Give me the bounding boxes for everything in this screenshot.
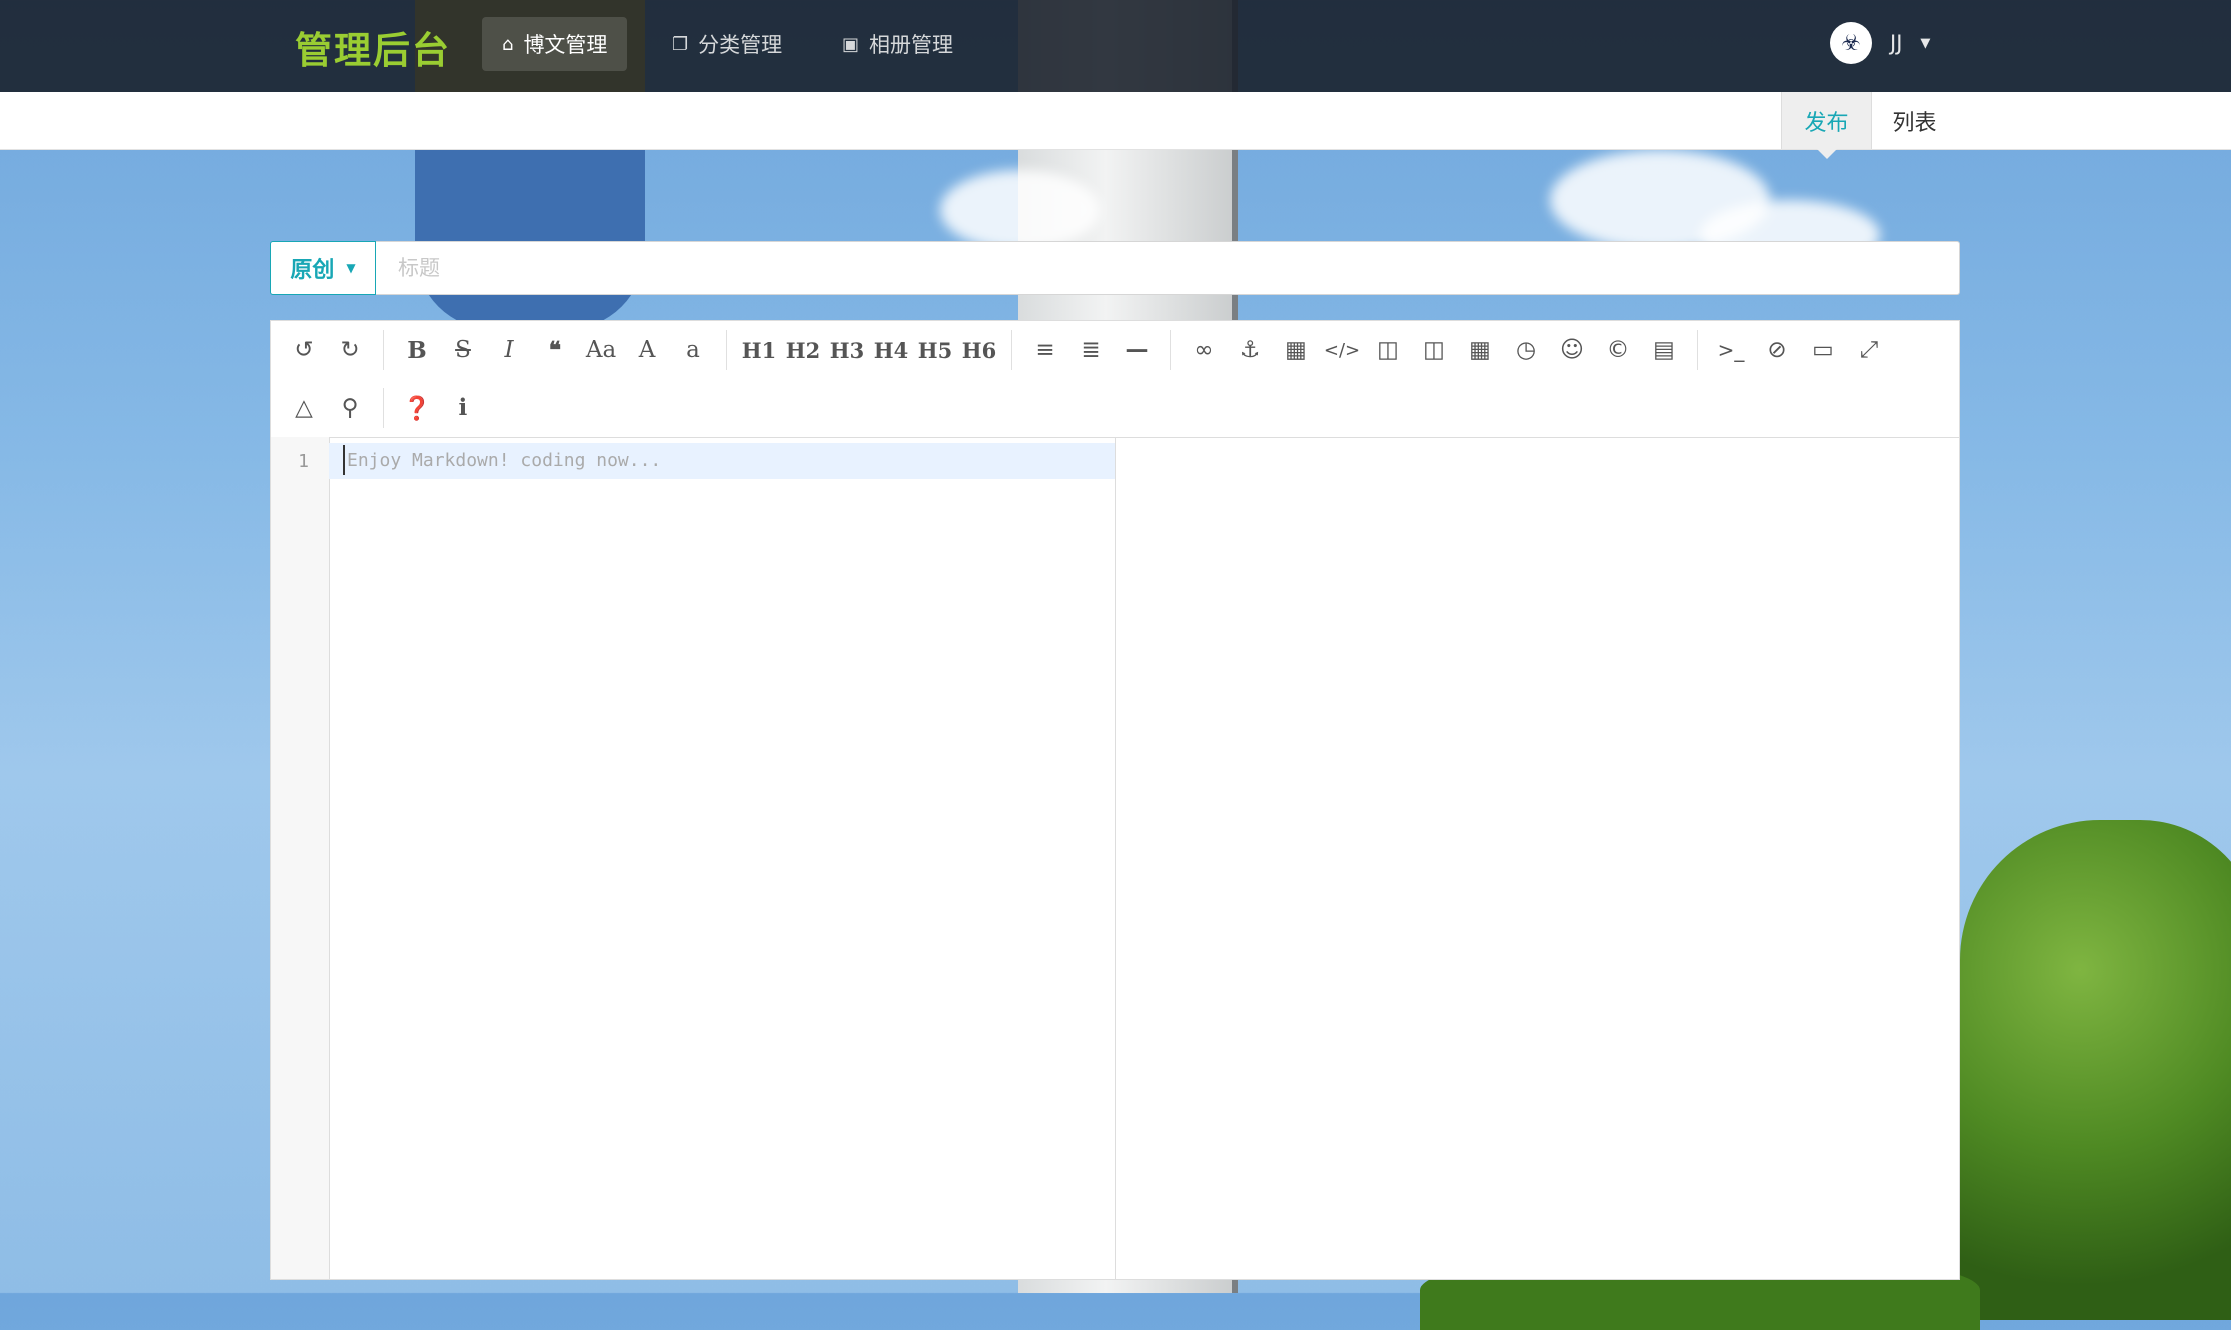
top-navbar: 管理后台 ⌂ 博文管理 ❐ 分类管理 ▣ 相册管理 ☣ JJ ▼	[0, 0, 2231, 92]
home-icon: ⌂	[502, 33, 514, 55]
nav-posts-label: 博文管理	[523, 33, 608, 57]
quote-icon[interactable]: ❝	[535, 330, 575, 370]
code-icon[interactable]: </>	[1322, 330, 1362, 370]
toolbar-row-2: △ ⚲ ❓ ℹ	[281, 379, 486, 437]
line-number-gutter: 1	[271, 437, 330, 1279]
link-icon[interactable]: ∞	[1184, 330, 1224, 370]
tab-list[interactable]: 列表	[1870, 92, 1959, 149]
copyright-icon[interactable]: ©	[1598, 330, 1638, 370]
post-title-input[interactable]	[376, 241, 1960, 295]
bold-icon[interactable]: B	[397, 330, 437, 370]
undo-icon[interactable]: ↺	[284, 330, 324, 370]
user-name: JJ	[1890, 31, 1903, 55]
copy-icon: ❐	[672, 33, 689, 55]
toolbar-row-1: ↺ ↻ B S I ❝ Aa A a H1 H2 H3 H4 H5 H6 ≡ ≣…	[281, 321, 1892, 379]
search-icon[interactable]: ⚲	[330, 388, 370, 428]
toolbar-divider	[1011, 330, 1012, 370]
image-icon: ▣	[842, 33, 860, 55]
toolbar-divider	[1697, 330, 1698, 370]
pagebreak-icon[interactable]: ▤	[1644, 330, 1684, 370]
heading-5-button[interactable]: H5	[916, 330, 954, 370]
sub-navbar: 发布 列表	[0, 92, 2231, 159]
italic-icon[interactable]: I	[489, 330, 529, 370]
toolbar-divider	[383, 330, 384, 370]
uppercase-icon[interactable]: A	[627, 330, 667, 370]
background-cloud	[940, 170, 1100, 250]
eraser-icon[interactable]: △	[284, 388, 324, 428]
user-menu[interactable]: ☣ JJ ▼	[1830, 22, 1930, 64]
nav-albums[interactable]: ▣ 相册管理	[822, 17, 973, 71]
toolbar-divider	[383, 388, 384, 428]
post-title-row: 原创 ▼	[270, 241, 1960, 297]
code-block-icon[interactable]: ◫	[1414, 330, 1454, 370]
heading-2-button[interactable]: H2	[784, 330, 822, 370]
tab-publish[interactable]: 发布	[1781, 92, 1872, 159]
markdown-preview-pane	[1116, 437, 1959, 1279]
brand-logo[interactable]: 管理后台	[295, 20, 451, 74]
caret-down-icon: ▼	[1920, 35, 1931, 51]
markdown-editor: ↺ ↻ B S I ❝ Aa A a H1 H2 H3 H4 H5 H6 ≡ ≣…	[270, 320, 1960, 1280]
eye-slash-icon[interactable]: ⊘	[1757, 330, 1797, 370]
markdown-input-area[interactable]: Enjoy Markdown! coding now...	[329, 437, 1116, 1279]
tab-list-label: 列表	[1892, 110, 1937, 136]
desktop-icon[interactable]: ▭	[1803, 330, 1843, 370]
info-circle-icon[interactable]: ℹ	[443, 388, 483, 428]
fullscreen-icon[interactable]: ⤢	[1849, 330, 1889, 370]
heading-3-button[interactable]: H3	[828, 330, 866, 370]
editor-toolbar: ↺ ↻ B S I ❝ Aa A a H1 H2 H3 H4 H5 H6 ≡ ≣…	[271, 321, 1959, 438]
anchor-icon[interactable]: ⚓	[1230, 330, 1270, 370]
tab-publish-label: 发布	[1804, 110, 1849, 136]
line-number: 1	[298, 451, 309, 472]
toolbar-divider	[726, 330, 727, 370]
question-circle-icon[interactable]: ❓	[397, 388, 437, 428]
heading-1-button[interactable]: H1	[740, 330, 778, 370]
clock-icon[interactable]: ◷	[1506, 330, 1546, 370]
emoji-icon[interactable]: ☺	[1552, 330, 1592, 370]
background-tree	[1960, 820, 2231, 1320]
terminal-icon[interactable]: >_	[1711, 330, 1751, 370]
text-cursor	[343, 445, 345, 475]
lowercase-icon[interactable]: a	[673, 330, 713, 370]
nav-albums-label: 相册管理	[869, 33, 954, 57]
post-type-value: 原创	[290, 258, 335, 283]
strikethrough-icon[interactable]: S	[443, 330, 483, 370]
horizontal-rule-icon[interactable]: —	[1117, 330, 1157, 370]
nav-posts[interactable]: ⌂ 博文管理	[482, 17, 628, 71]
heading-4-button[interactable]: H4	[872, 330, 910, 370]
heading-6-button[interactable]: H6	[960, 330, 998, 370]
editor-placeholder: Enjoy Markdown! coding now...	[347, 450, 662, 471]
unordered-list-icon[interactable]: ≡	[1025, 330, 1065, 370]
toolbar-divider	[1170, 330, 1171, 370]
uppercase-first-icon[interactable]: Aa	[581, 330, 621, 370]
nav-categories[interactable]: ❐ 分类管理	[652, 17, 802, 71]
post-type-dropdown[interactable]: 原创 ▼	[270, 241, 376, 295]
table-icon[interactable]: ▦	[1460, 330, 1500, 370]
preformatted-text-icon[interactable]: ◫	[1368, 330, 1408, 370]
avatar-icon: ☣	[1830, 22, 1872, 64]
ordered-list-icon[interactable]: ≣	[1071, 330, 1111, 370]
image-icon[interactable]: ▦	[1276, 330, 1316, 370]
nav-categories-label: 分类管理	[698, 33, 783, 57]
redo-icon[interactable]: ↻	[330, 330, 370, 370]
caret-down-icon: ▼	[346, 261, 356, 275]
